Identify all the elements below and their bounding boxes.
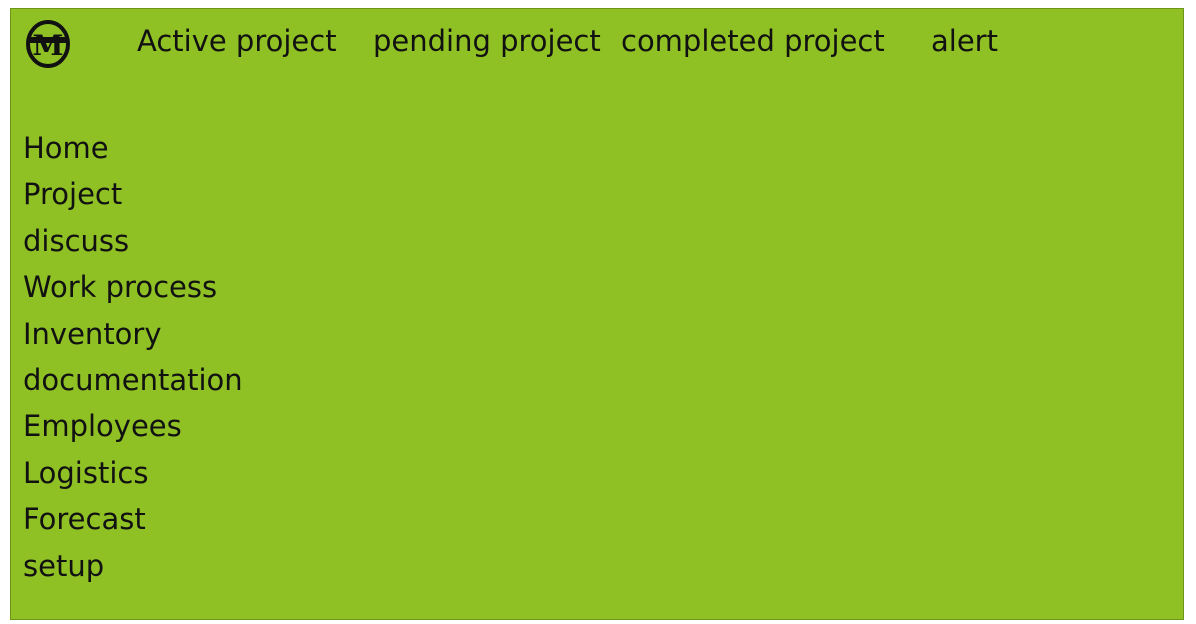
top-nav-pending-project[interactable]: pending project	[373, 23, 601, 59]
sidebar-item-home[interactable]: Home	[23, 125, 243, 171]
top-nav-completed-project[interactable]: completed project	[621, 23, 885, 59]
sidebar-item-logistics[interactable]: Logistics	[23, 450, 243, 496]
sidebar-item-work-process[interactable]: Work process	[23, 264, 243, 310]
sidebar-item-employees[interactable]: Employees	[23, 403, 243, 449]
logo-letter: M	[33, 29, 64, 62]
sidebar-item-project[interactable]: Project	[23, 171, 243, 217]
m-logo-icon[interactable]: M	[23, 15, 73, 71]
sidebar-item-documentation[interactable]: documentation	[23, 357, 243, 403]
app-frame: M Active project pending project complet…	[10, 8, 1184, 620]
sidebar-item-setup[interactable]: setup	[23, 543, 243, 589]
sidebar-menu: Home Project discuss Work process Invent…	[23, 125, 243, 589]
m-logo-graphic: M	[26, 20, 70, 68]
sidebar-item-discuss[interactable]: discuss	[23, 218, 243, 264]
top-nav-active-project[interactable]: Active project	[137, 23, 337, 59]
sidebar-item-forecast[interactable]: Forecast	[23, 496, 243, 542]
sidebar-item-inventory[interactable]: Inventory	[23, 311, 243, 357]
top-nav-alert[interactable]: alert	[931, 23, 998, 59]
